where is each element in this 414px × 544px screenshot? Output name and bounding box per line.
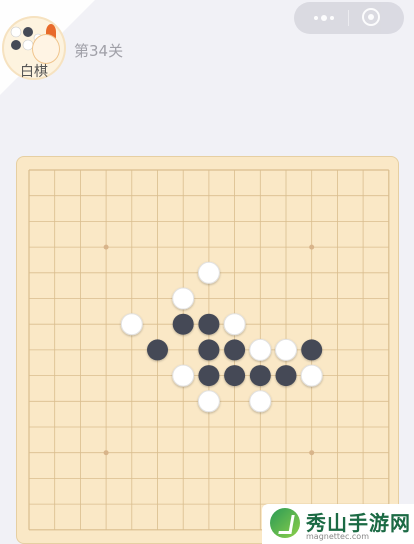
star-point <box>309 450 315 456</box>
game-board[interactable] <box>16 156 399 544</box>
black-stone <box>198 339 220 361</box>
target-center-icon <box>368 14 374 20</box>
watermark-url: magnettec.com <box>306 532 369 541</box>
white-stone <box>223 313 246 336</box>
site-logo-icon <box>270 508 300 538</box>
watermark: 秀山手游网 magnettec.com <box>262 504 414 544</box>
black-stone <box>249 365 271 387</box>
level-title: 第34关 <box>74 42 124 60</box>
more-menu-button[interactable] <box>306 2 342 34</box>
black-stone <box>224 339 246 361</box>
white-stone <box>120 313 143 336</box>
star-point <box>103 244 109 250</box>
black-stone <box>198 313 220 335</box>
dot-icon <box>321 15 327 21</box>
black-stone <box>198 365 220 387</box>
star-point <box>103 450 109 456</box>
black-stone <box>147 339 168 361</box>
character-face-icon <box>32 34 60 64</box>
white-stone <box>300 364 323 387</box>
white-stone <box>275 338 297 361</box>
white-stone <box>197 390 220 413</box>
capsule-divider <box>348 10 349 26</box>
black-stone <box>275 365 297 387</box>
player-color-label: 白棋 <box>20 64 48 80</box>
miniprogram-capsule <box>294 2 404 34</box>
dot-icon <box>330 16 334 20</box>
close-miniprogram-button[interactable] <box>358 6 384 30</box>
white-stone <box>172 364 195 387</box>
black-stone <box>172 313 194 335</box>
star-point <box>309 244 315 250</box>
white-stone <box>249 390 272 413</box>
board-grid[interactable] <box>17 157 398 543</box>
white-stone <box>172 287 195 310</box>
white-stone <box>197 261 220 284</box>
white-stone <box>249 338 272 361</box>
black-stone <box>224 365 246 387</box>
dot-icon <box>314 16 318 20</box>
black-stone <box>301 339 323 361</box>
